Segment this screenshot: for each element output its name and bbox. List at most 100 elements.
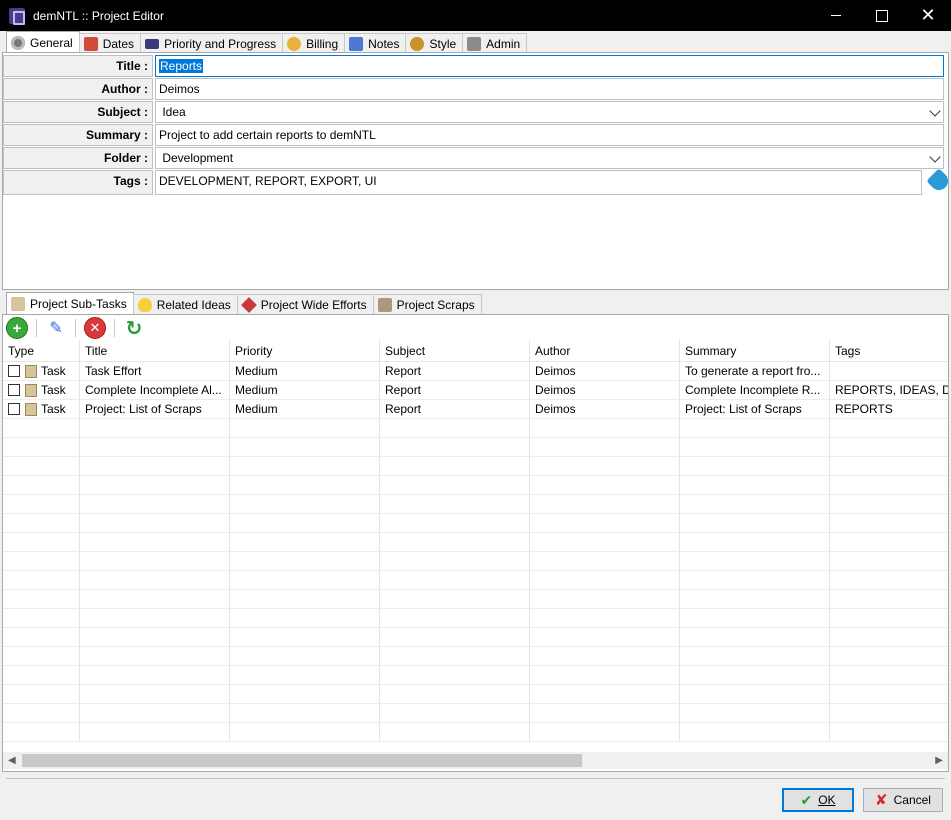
cell-author: [530, 514, 680, 532]
column-header-author[interactable]: Author: [530, 340, 680, 361]
cell-priority: [230, 723, 380, 741]
grid-body: Task Task Effort Medium Report Deimos To gene…: [3, 362, 948, 742]
cell-title: [80, 457, 230, 475]
column-header-type[interactable]: Type: [3, 340, 80, 361]
cell-title: [80, 552, 230, 570]
cell-type: [3, 457, 80, 475]
cell-type: [3, 571, 80, 589]
cell-type: [3, 514, 80, 532]
refresh-icon[interactable]: ↻: [123, 317, 145, 340]
table-row[interactable]: Task Complete Incomplete Al... Medium Repor…: [3, 381, 948, 400]
add-button[interactable]: +: [6, 317, 28, 339]
subject-select[interactable]: Idea: [155, 101, 944, 123]
scroll-right-icon[interactable]: ▶: [935, 755, 943, 766]
folder-value: Development: [162, 151, 234, 165]
cell-text: To generate a report fro...: [685, 364, 821, 378]
task-icon: [25, 364, 37, 378]
task-icon: [25, 402, 37, 416]
cell-subject: [380, 419, 530, 437]
row-checkbox[interactable]: [8, 384, 20, 396]
author-field[interactable]: Deimos: [155, 78, 944, 100]
maximize-button[interactable]: [859, 0, 905, 31]
cell-author: [530, 647, 680, 665]
cell-priority: Medium: [230, 400, 380, 418]
row-checkbox[interactable]: [8, 403, 20, 415]
tab-project-sub-tasks[interactable]: Project Sub-Tasks: [6, 292, 134, 315]
cell-tags: [830, 362, 948, 380]
chevron-down-icon: [929, 151, 941, 163]
toolbar-divider: [36, 319, 37, 337]
column-header-priority[interactable]: Priority: [230, 340, 380, 361]
tab-priority-and-progress[interactable]: Priority and Progress: [140, 33, 284, 54]
cell-title: [80, 590, 230, 608]
tab-style[interactable]: Style: [405, 33, 464, 54]
title-row: Title : Reports: [3, 55, 944, 77]
tab-project-wide-efforts[interactable]: Project Wide Efforts: [236, 294, 374, 315]
minimize-button[interactable]: [813, 0, 859, 31]
cell-author: [530, 438, 680, 456]
empty-row: [3, 419, 948, 438]
cell-title: [80, 666, 230, 684]
title-label: Title :: [3, 55, 153, 77]
empty-row: [3, 495, 948, 514]
column-header-summary[interactable]: Summary: [680, 340, 830, 361]
cell-tags: [830, 685, 948, 703]
cell-text: Medium: [235, 402, 278, 416]
cell-subject: [380, 666, 530, 684]
cell-summary: [680, 419, 830, 437]
ok-button[interactable]: ✔ OK: [782, 788, 854, 812]
cell-priority: [230, 704, 380, 722]
horizontal-scrollbar[interactable]: ◀ ▶: [3, 752, 948, 769]
cell-text: Deimos: [535, 402, 576, 416]
cell-type: [3, 590, 80, 608]
empty-row: [3, 647, 948, 666]
folder-row: Folder : Development: [3, 147, 944, 169]
close-button[interactable]: ✕: [905, 0, 951, 31]
title-field[interactable]: Reports: [155, 55, 944, 77]
cell-subject: [380, 476, 530, 494]
edit-pencil-icon[interactable]: ✎: [45, 317, 67, 339]
tags-field[interactable]: DEVELOPMENT, REPORT, EXPORT, UI: [155, 170, 922, 195]
cell-text: Report: [385, 364, 422, 378]
tab-billing[interactable]: Billing: [282, 33, 346, 54]
cell-tags: [830, 590, 948, 608]
column-header-subject[interactable]: Subject: [380, 340, 530, 361]
cell-type: [3, 647, 80, 665]
cell-tags: REPORTS: [830, 400, 948, 418]
summary-field[interactable]: Project to add certain reports to demNTL: [155, 124, 944, 146]
row-checkbox[interactable]: [8, 365, 20, 377]
tab-notes[interactable]: Notes: [344, 33, 407, 54]
tab-related-ideas[interactable]: Related Ideas: [132, 294, 238, 315]
table-row[interactable]: Task Task Effort Medium Report Deimos To gene…: [3, 362, 948, 381]
tab-general[interactable]: General: [6, 31, 80, 54]
cell-tags: [830, 533, 948, 551]
cell-summary: [680, 457, 830, 475]
column-header-title[interactable]: Title: [80, 340, 230, 361]
cell-summary: [680, 495, 830, 513]
cell-summary: [680, 438, 830, 456]
cell-tags: [830, 628, 948, 646]
delete-button[interactable]: ✕: [84, 317, 106, 339]
cell-subject: Report: [380, 362, 530, 380]
cell-text: Task Effort: [85, 364, 142, 378]
cell-author: [530, 533, 680, 551]
table-row[interactable]: Task Project: List of Scraps Medium Report D…: [3, 400, 948, 419]
cell-subject: Report: [380, 381, 530, 399]
cell-text: Medium: [235, 383, 278, 397]
bottom-tab-bar: Project Sub-Tasks Related Ideas Project …: [6, 292, 482, 315]
empty-row: [3, 533, 948, 552]
empty-row: [3, 457, 948, 476]
tab-dates[interactable]: Dates: [78, 33, 142, 54]
cancel-button[interactable]: ✘ Cancel: [863, 788, 943, 812]
cell-summary: [680, 704, 830, 722]
empty-row: [3, 685, 948, 704]
cell-title: [80, 609, 230, 627]
tab-project-scraps[interactable]: Project Scraps: [372, 294, 482, 315]
cell-title: [80, 514, 230, 532]
scroll-left-icon[interactable]: ◀: [8, 755, 16, 766]
folder-select[interactable]: Development: [155, 147, 944, 169]
cell-priority: [230, 419, 380, 437]
scrollbar-thumb[interactable]: [22, 754, 582, 767]
column-header-tags[interactable]: Tags: [830, 340, 948, 361]
tab-admin[interactable]: Admin: [462, 33, 528, 54]
